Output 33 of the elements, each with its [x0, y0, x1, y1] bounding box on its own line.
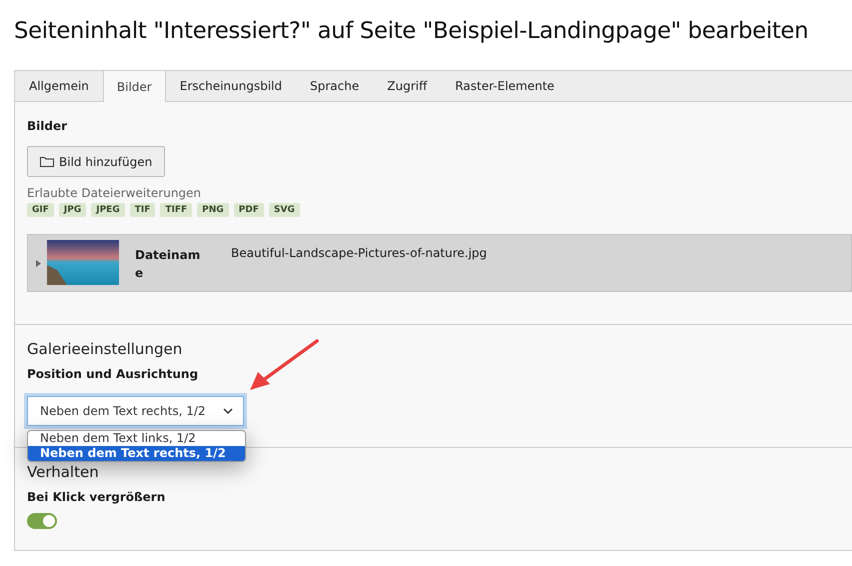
- extension-tag: PNG: [197, 203, 229, 217]
- extensions-label: Erlaubte Dateierweiterungen: [27, 186, 202, 200]
- extension-tag: TIFF: [160, 203, 192, 217]
- tab[interactable]: Allgemein: [15, 70, 103, 101]
- dropdown-option[interactable]: Neben dem Text links, 1/2: [28, 431, 245, 446]
- file-name: Beautiful-Landscape-Pictures-of-nature.jpg: [231, 246, 487, 260]
- add-image-button[interactable]: Bild hinzufügen: [27, 146, 166, 177]
- tab[interactable]: Bilder: [102, 70, 166, 102]
- section-heading: Verhalten: [27, 463, 100, 481]
- chevron-down-icon: [223, 408, 233, 414]
- field-label: Dateiname: [135, 247, 202, 282]
- tab[interactable]: Raster-Elemente: [441, 70, 568, 101]
- extension-tag: TIF: [130, 203, 156, 217]
- extension-tag: GIF: [27, 203, 54, 217]
- tab[interactable]: Erscheinungsbild: [166, 70, 296, 101]
- position-select[interactable]: Neben dem Text rechts, 1/2: [27, 396, 244, 426]
- toggle-switch[interactable]: [27, 513, 57, 529]
- page-title: Seiteninhalt "Interessiert?" auf Seite "Beispiel-Landingpage" bearbeiten: [13, 17, 810, 46]
- tab[interactable]: Sprache: [296, 70, 374, 101]
- extension-tag: SVG: [268, 203, 300, 217]
- extension-tag: JPG: [58, 203, 86, 217]
- expand-caret-icon[interactable]: [36, 260, 41, 267]
- extension-tag: JPEG: [91, 203, 125, 217]
- dropdown-option[interactable]: Neben dem Text rechts, 1/2: [28, 446, 245, 461]
- field-label: Position und Ausrichtung: [27, 367, 200, 381]
- section-heading: Bilder: [27, 119, 68, 133]
- extension-tag: PDF: [234, 203, 264, 217]
- tab[interactable]: Zugriff: [373, 70, 442, 101]
- arrow-drawing: [248, 338, 320, 392]
- field-label: Bei Klick vergrößern: [27, 490, 166, 504]
- photo-placeholder: [47, 240, 119, 285]
- section-heading: Galerieeinstellungen: [27, 340, 184, 358]
- folder-icon: [40, 156, 54, 167]
